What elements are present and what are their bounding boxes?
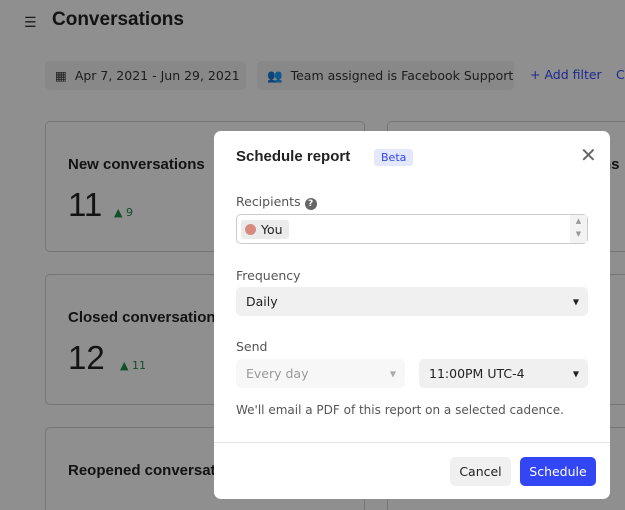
schedule-report-modal: Schedule report Beta ✕ Recipients ? You … <box>214 131 610 499</box>
close-icon[interactable]: ✕ <box>580 143 597 167</box>
help-icon[interactable]: ? <box>304 198 317 210</box>
modal-title: Schedule report <box>236 148 351 165</box>
beta-badge: Beta <box>374 149 414 166</box>
caret-down-icon: ▼ <box>389 369 396 378</box>
send-day-select[interactable]: Every day ▼ <box>236 359 405 388</box>
avatar <box>245 223 256 235</box>
caret-down-icon: ▼ <box>572 297 579 306</box>
send-label: Send <box>236 339 268 354</box>
caret-down-icon: ▼ <box>572 369 579 378</box>
cancel-button[interactable]: Cancel <box>450 457 511 486</box>
frequency-value: Daily <box>246 294 278 309</box>
frequency-label: Frequency <box>236 268 301 283</box>
recipients-input[interactable]: You ▲ ▼ <box>236 214 588 244</box>
scrollbar[interactable]: ▲ ▼ <box>570 215 587 243</box>
send-time-select[interactable]: 11:00PM UTC-4 ▼ <box>419 359 588 388</box>
schedule-button[interactable]: Schedule <box>520 457 596 486</box>
recipients-label-text: Recipients <box>236 194 301 209</box>
send-time-value: 11:00PM UTC-4 <box>429 366 525 381</box>
frequency-select[interactable]: Daily ▼ <box>236 287 588 316</box>
recipient-chip[interactable]: You <box>241 219 289 239</box>
recipients-label: Recipients ? <box>236 194 317 210</box>
footer-divider <box>214 442 610 443</box>
send-day-value: Every day <box>246 366 309 381</box>
cadence-note: We'll email a PDF of this report on a se… <box>236 403 564 417</box>
recipient-name: You <box>261 221 283 237</box>
